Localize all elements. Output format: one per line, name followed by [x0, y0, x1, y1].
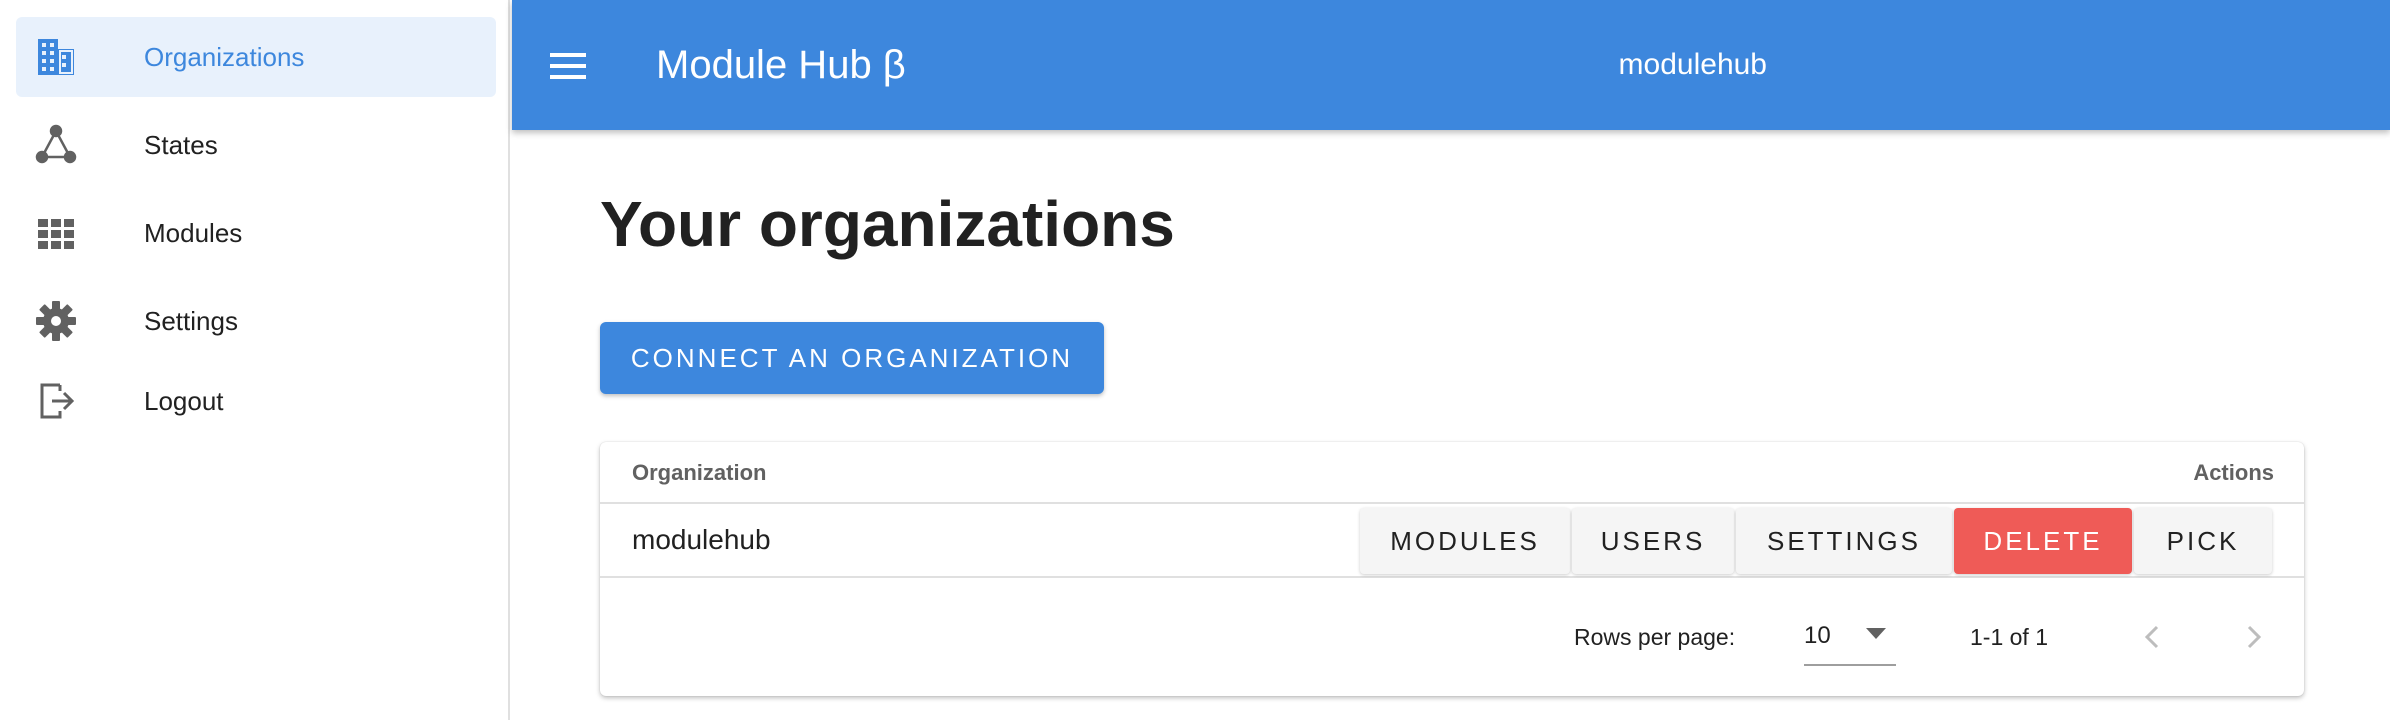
users-button[interactable]: Users [1572, 508, 1734, 574]
organizations-table: Organization Actions modulehub Modules U… [600, 442, 2304, 696]
column-header-actions: Actions [2193, 460, 2274, 485]
modules-button[interactable]: Modules [1360, 508, 1570, 574]
logout-icon [40, 383, 75, 419]
sidebar-item-states[interactable]: States [16, 105, 496, 185]
gear-icon [36, 301, 76, 341]
grid-icon [38, 219, 74, 249]
triangle-nodes-icon [35, 124, 77, 164]
pick-button[interactable]: Pick [2134, 508, 2272, 574]
sidebar-item-settings[interactable]: Settings [16, 281, 496, 361]
sidebar-item-label: Settings [144, 306, 238, 336]
sidebar-item-modules[interactable]: Modules [16, 193, 496, 273]
app-bar: Module Hub β modulehub [512, 0, 2390, 130]
sidebar-item-logout[interactable]: Logout [16, 361, 496, 441]
current-organization: modulehub [1618, 48, 1767, 81]
delete-button[interactable]: Delete [1954, 508, 2132, 574]
table-header: Organization Actions [600, 442, 2304, 504]
chevron-right-icon[interactable] [2236, 620, 2270, 654]
rows-per-page-select[interactable]: 10 [1804, 608, 1896, 666]
sidebar-item-label: Modules [144, 218, 243, 248]
table-row: modulehub Modules Users Settings Delete … [600, 504, 2304, 578]
rows-per-page-value: 10 [1804, 622, 1831, 649]
table-footer: Rows per page: 10 1-1 of 1 [600, 578, 2304, 696]
settings-button[interactable]: Settings [1736, 508, 1952, 574]
sidebar-item-organizations[interactable]: Organizations [16, 17, 496, 97]
caret-down-icon [1866, 628, 1886, 639]
organization-name: modulehub [632, 524, 771, 555]
sidebar: Organizations States Modules Settings Lo… [0, 0, 510, 720]
building-icon [38, 39, 74, 75]
sidebar-item-label: States [144, 130, 218, 160]
sidebar-item-label: Organizations [144, 42, 305, 72]
sidebar-item-label: Logout [144, 386, 224, 416]
pagination-range: 1-1 of 1 [1970, 624, 2048, 650]
rows-per-page-label: Rows per page: [1574, 624, 1736, 650]
column-header-organization: Organization [632, 460, 767, 485]
connect-organization-button[interactable]: Connect an organization [600, 322, 1104, 394]
chevron-left-icon[interactable] [2136, 620, 2170, 654]
page-title: Your organizations [600, 188, 1175, 260]
